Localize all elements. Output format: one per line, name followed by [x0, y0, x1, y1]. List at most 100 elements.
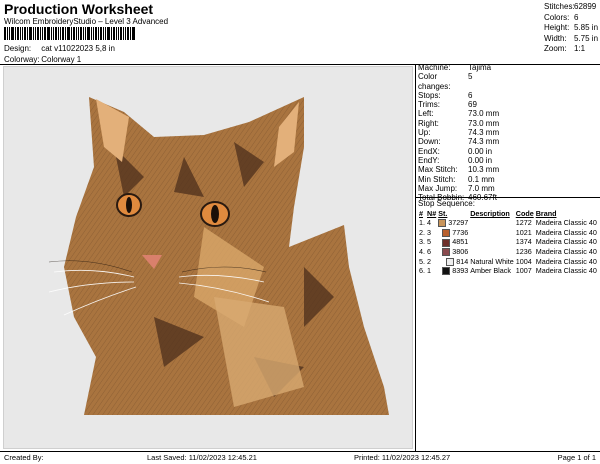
- row-index: 5.: [419, 256, 425, 266]
- barcode-bar: [65, 27, 66, 40]
- machine-info-row: Stops: 6: [418, 91, 499, 100]
- row-brand: Madeira Classic 40: [535, 256, 597, 266]
- barcode-bar: [9, 27, 10, 40]
- barcode-bar: [58, 27, 59, 40]
- barcode-bar: [111, 27, 112, 40]
- barcode-bar: [76, 27, 77, 40]
- machine-info-row: Max Jump: 7.0 mm: [418, 184, 499, 193]
- barcode-bar: [51, 27, 52, 40]
- stitch-count: 37297: [448, 218, 469, 228]
- stat-label: Stitches:: [544, 2, 575, 11]
- barcode-bar: [53, 27, 54, 40]
- row-stitches: 7736: [437, 228, 469, 238]
- machine-info-label: Stops:: [418, 90, 441, 100]
- machine-info: Machine: Tajima Color changes: 5 Stops: 6 Trim…: [418, 63, 499, 202]
- table-row: 1. 4 37297 1272 Madeira Classic 40: [418, 218, 598, 228]
- machine-info-value: 69: [468, 100, 477, 110]
- barcode-bar: [123, 27, 124, 40]
- machine-info-row: EndX: 0.00 in: [418, 147, 499, 156]
- barcode-bar: [15, 27, 16, 40]
- stitch-count: 814: [456, 256, 469, 266]
- barcode-bar: [40, 27, 41, 40]
- header-code: Code: [515, 209, 534, 218]
- stitch-count: 4851: [452, 237, 469, 247]
- barcode-bar: [118, 27, 119, 40]
- row-index: 4.: [419, 247, 425, 257]
- color-swatch: [442, 238, 451, 247]
- row-stitches: 4851: [437, 237, 469, 247]
- barcode-bar: [47, 27, 50, 40]
- header-index: #: [419, 209, 423, 218]
- machine-info-value: 74.3 mm: [468, 128, 500, 138]
- stat-row: Width: 5.75 in: [544, 34, 598, 45]
- row-code: 1021: [515, 227, 532, 237]
- design-stats: Stitches: 62899 Colors: 6 Height: 5.85 in Widt…: [544, 2, 598, 55]
- color-swatch: [438, 219, 447, 228]
- row-description: [469, 218, 515, 228]
- barcode-bar: [127, 27, 129, 40]
- barcode-bar: [105, 27, 106, 40]
- machine-info-value: 7.0 mm: [468, 183, 495, 193]
- row-stitches: 3806: [437, 247, 469, 257]
- color-swatch: [446, 257, 455, 266]
- barcode-bar: [20, 27, 21, 40]
- row-brand: Madeira Classic 40: [535, 266, 597, 276]
- table-row: 6. 1 8393 Amber Black 1007 Madeira Classic 4…: [418, 266, 598, 276]
- machine-info-row: Down: 74.3 mm: [418, 137, 499, 146]
- machine-info-label: EndX:: [418, 146, 440, 156]
- colorway-line: Colorway: Colorway 1: [4, 55, 81, 64]
- printed-date: Printed: 11/02/2023 12:45.27: [354, 453, 451, 462]
- row-code: 1236: [515, 247, 532, 257]
- barcode-bar: [27, 27, 28, 40]
- machine-info-label: EndY:: [418, 155, 440, 165]
- row-needle: 4: [427, 218, 431, 228]
- barcode: [4, 27, 167, 40]
- row-index: 2.: [419, 227, 425, 237]
- machine-info-value: 0.1 mm: [468, 174, 495, 184]
- page-number: Page 1 of 1: [557, 453, 596, 462]
- barcode-bar: [67, 27, 70, 40]
- machine-info-row: Left: 73.0 mm: [418, 109, 499, 118]
- barcode-bar: [120, 27, 122, 40]
- header-description: Description: [470, 209, 510, 218]
- barcode-bar: [29, 27, 32, 40]
- page-title: Production Worksheet: [4, 1, 154, 17]
- barcode-bar: [103, 27, 104, 40]
- stop-sequence-title: Stop Sequence:: [418, 199, 475, 208]
- table-row: 2. 3 7736 1021 Madeira Classic 40: [418, 228, 598, 238]
- color-swatch: [442, 228, 451, 237]
- design-line: Design: cat v11022023 5,8 in: [4, 44, 115, 53]
- barcode-bar: [132, 27, 135, 40]
- created-by: Created By:: [4, 453, 44, 462]
- row-brand: Madeira Classic 40: [535, 237, 597, 247]
- barcode-bar: [11, 27, 14, 40]
- machine-info-row: Right: 73.0 mm: [418, 119, 499, 128]
- machine-info-row: EndY: 0.00 in: [418, 156, 499, 165]
- design-value: cat v11022023 5,8 in: [41, 44, 115, 53]
- divider: [0, 451, 600, 452]
- row-description: [469, 247, 515, 257]
- row-stitches: 814: [437, 256, 469, 266]
- header-needle: N#: [427, 209, 437, 218]
- barcode-bar: [62, 27, 64, 40]
- barcode-bar: [7, 27, 8, 40]
- machine-info-label: Min Stitch:: [418, 174, 456, 184]
- barcode-bar: [116, 27, 117, 40]
- barcode-bar: [55, 27, 57, 40]
- machine-info-row: Up: 74.3 mm: [418, 128, 499, 137]
- barcode-bar: [71, 27, 72, 40]
- row-code: 1272: [515, 218, 532, 228]
- cat-embroidery-image: [48, 97, 389, 415]
- machine-info-label: Trims:: [418, 100, 440, 110]
- machine-info-row: Max Stitch: 10.3 mm: [418, 165, 499, 174]
- machine-info-value: 0.00 in: [468, 146, 493, 156]
- header-brand: Brand: [535, 209, 557, 218]
- machine-info-value: 5: [468, 72, 473, 82]
- header-stitches: St.: [438, 209, 448, 218]
- row-stitches: 8393: [437, 266, 469, 276]
- row-needle: 6: [427, 247, 431, 257]
- stat-label: Zoom:: [544, 44, 567, 54]
- design-preview: [3, 66, 413, 449]
- barcode-bar: [60, 27, 61, 40]
- stat-row: Zoom: 1:1: [544, 44, 598, 55]
